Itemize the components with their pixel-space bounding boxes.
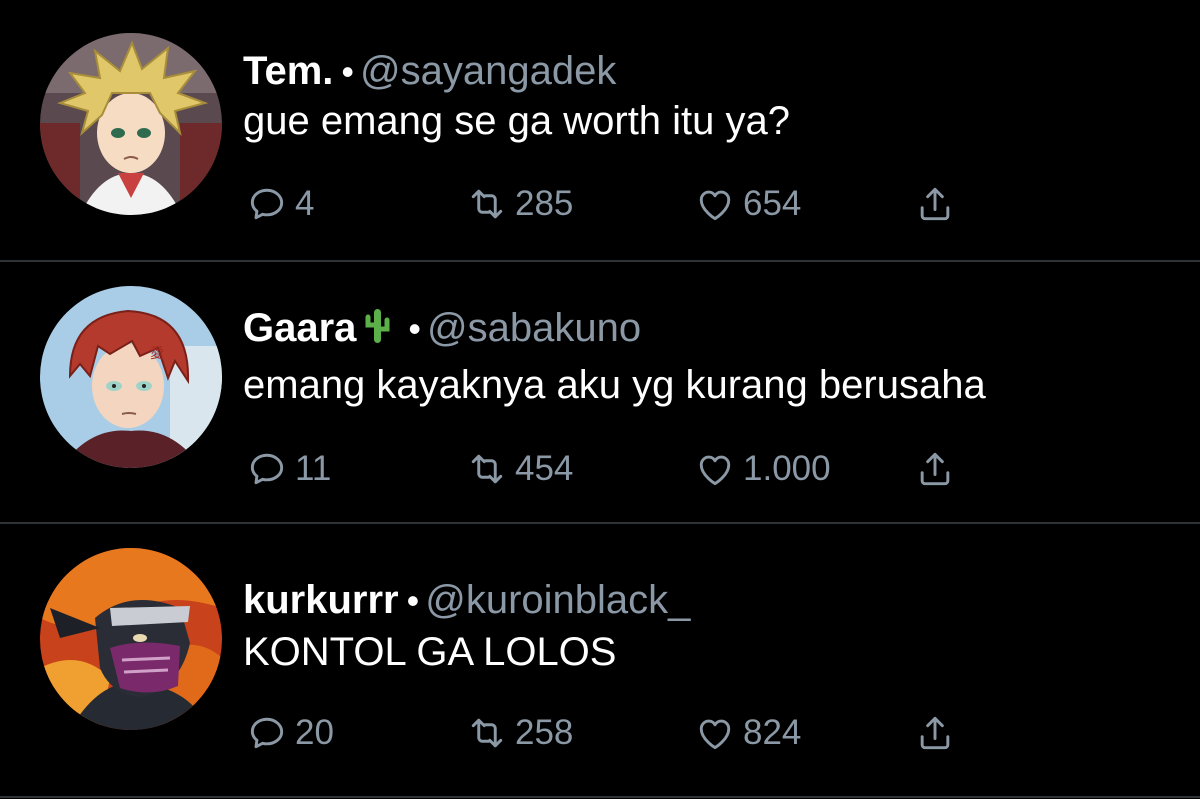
retweet-button[interactable]: 258	[465, 709, 573, 757]
user-handle[interactable]: @sayangadek	[360, 49, 616, 93]
masked-anime-ninja-avatar-image	[40, 548, 222, 730]
like-count: 1.000	[743, 449, 831, 488]
tweet-text: gue emang se ga worth itu ya?	[243, 99, 791, 143]
avatar[interactable]: 愛	[40, 286, 222, 468]
tweet-header: kurkurrr • @kuroinblack_	[243, 578, 690, 623]
tweet-header: Tem. • @sayangadek	[243, 49, 616, 94]
tweet-text: emang kayaknya aku yg kurang berusaha	[243, 363, 986, 407]
share-button[interactable]	[913, 180, 957, 228]
svg-text:愛: 愛	[150, 346, 164, 362]
reply-count: 11	[295, 449, 332, 488]
reply-button[interactable]: 20	[245, 709, 334, 757]
like-button[interactable]: 824	[693, 709, 801, 757]
share-upload-icon	[920, 716, 950, 750]
display-name[interactable]: kurkurrr	[243, 578, 399, 622]
heart-icon	[699, 455, 731, 486]
separator-dot: •	[341, 51, 354, 92]
tweet-actions: 20 258 824	[245, 709, 1005, 757]
retweet-icon	[471, 189, 503, 219]
reply-button[interactable]: 11	[245, 445, 331, 493]
reply-bubble-icon	[250, 717, 284, 749]
reply-count: 20	[295, 713, 334, 752]
tweet-1[interactable]: Tem. • @sayangadek gue emang se ga worth i…	[0, 0, 1200, 261]
like-count: 654	[743, 184, 802, 223]
retweet-icon	[471, 454, 503, 484]
reply-count: 4	[295, 184, 315, 223]
retweet-button[interactable]: 285	[465, 180, 573, 228]
like-button[interactable]: 1.000	[693, 445, 831, 493]
cactus-icon	[365, 309, 390, 343]
avatar[interactable]	[40, 33, 222, 215]
heart-icon	[699, 190, 731, 221]
separator-dot: •	[408, 308, 422, 349]
reply-button[interactable]: 4	[245, 180, 314, 228]
tweet-header: Gaara • @sabakuno	[243, 305, 641, 351]
retweet-count: 258	[515, 713, 574, 752]
display-name[interactable]: Tem.	[243, 49, 333, 93]
share-button[interactable]	[913, 445, 957, 493]
avatar[interactable]	[40, 548, 222, 730]
blonde-anime-girl-avatar-image	[40, 33, 222, 215]
share-upload-icon	[920, 187, 950, 221]
tweet-text: KONTOL GA LOLOS	[243, 630, 617, 674]
tweet-2[interactable]: 愛 Gaara • @sabakuno emang kayaknya aku yg …	[0, 262, 1200, 523]
display-name[interactable]: Gaara	[243, 306, 356, 350]
share-button[interactable]	[913, 709, 957, 757]
tweet-3[interactable]: kurkurrr • @kuroinblack_ KONTOL GA LOLOS 2…	[0, 524, 1200, 799]
like-button[interactable]: 654	[693, 180, 801, 228]
reply-bubble-icon	[250, 188, 284, 220]
retweet-button[interactable]: 454	[465, 445, 573, 493]
retweet-count: 454	[515, 449, 574, 488]
user-handle[interactable]: @kuroinblack_	[425, 578, 690, 622]
separator-dot: •	[406, 580, 420, 621]
reply-bubble-icon	[250, 453, 284, 485]
red-haired-anime-boy-avatar-image: 愛	[40, 286, 222, 468]
user-handle[interactable]: @sabakuno	[427, 306, 641, 350]
tweet-actions: 4 285 654	[245, 180, 1005, 228]
share-upload-icon	[920, 452, 950, 486]
tweet-divider	[0, 796, 1200, 798]
heart-icon	[699, 719, 731, 750]
tweet-actions: 11 454 1.000	[245, 445, 1005, 493]
retweet-icon	[471, 718, 503, 748]
like-count: 824	[743, 713, 802, 752]
retweet-count: 285	[515, 184, 574, 223]
